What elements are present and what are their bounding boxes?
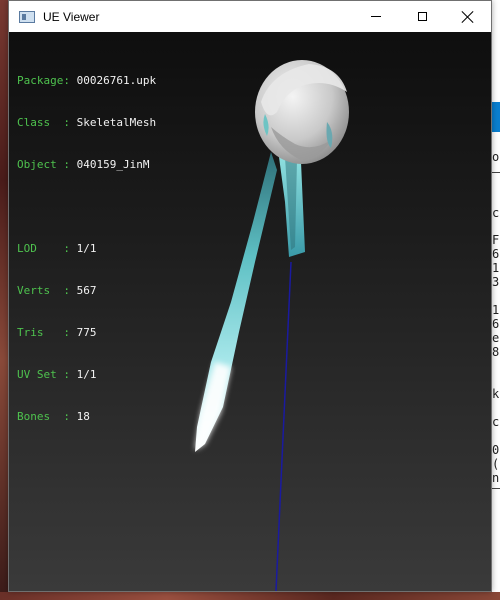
background-text-fragment: k — [492, 387, 500, 401]
info-row-tris: Tris : 775 — [17, 326, 156, 340]
info-value: 1/1 — [76, 368, 97, 381]
background-window-rule — [492, 488, 500, 489]
info-value: 00026761.upk — [76, 74, 157, 87]
minimize-button[interactable] — [353, 1, 399, 32]
info-separator: : — [63, 326, 77, 339]
background-window-accent — [492, 102, 500, 132]
info-separator: : — [63, 410, 77, 423]
info-value: SkeletalMesh — [76, 116, 157, 129]
background-text-fragment: c — [492, 206, 500, 220]
info-row-uvset: UV Set : 1/1 — [17, 368, 156, 382]
background-text-fragment: o — [492, 150, 500, 164]
info-row-verts: Verts : 567 — [17, 284, 156, 298]
info-separator: : — [63, 116, 77, 129]
background-text-fragment: 6 — [492, 317, 500, 331]
info-row-lod: LOD : 1/1 — [17, 242, 156, 256]
background-text-fragment: ( — [492, 457, 500, 471]
info-value: 567 — [76, 284, 97, 297]
background-text-fragment: 0 — [492, 443, 500, 457]
desktop-background-bottom — [0, 592, 500, 600]
3d-viewport[interactable]: Package: 00026761.upk Class : SkeletalMe… — [9, 32, 491, 591]
close-button[interactable] — [445, 1, 491, 32]
info-label: UV Set — [17, 368, 64, 381]
info-value: 775 — [76, 326, 97, 339]
background-text-fragment: e — [492, 331, 500, 345]
mesh-info-overlay: Package: 00026761.upk Class : SkeletalMe… — [17, 46, 156, 452]
window-title: UE Viewer — [43, 9, 100, 24]
info-label: Bones — [17, 410, 64, 423]
info-label: Class — [17, 116, 64, 129]
background-text-fragment: 3 — [492, 275, 500, 289]
minimize-icon — [371, 16, 381, 17]
info-separator: : — [63, 242, 77, 255]
background-window — [492, 0, 500, 600]
background-text-fragment: n — [492, 471, 500, 485]
background-text-fragment: c — [492, 415, 500, 429]
app-window-icon[interactable] — [19, 10, 35, 23]
info-label: Tris — [17, 326, 64, 339]
info-value: 1/1 — [76, 242, 97, 255]
info-row-package: Package: 00026761.upk — [17, 74, 156, 88]
info-label: Object — [17, 158, 64, 171]
info-label: Package — [17, 74, 64, 87]
ue-viewer-window: UE Viewer Package: 00026761.upk Class:… — [8, 0, 492, 592]
info-value: 18 — [76, 410, 90, 423]
background-window-rule — [492, 172, 500, 173]
background-text-fragment: F — [492, 233, 500, 247]
info-label: Verts — [17, 284, 64, 297]
info-row-bones: Bones : 18 — [17, 410, 156, 424]
maximize-button[interactable] — [399, 1, 445, 32]
info-value: 040159_JinM — [76, 158, 150, 171]
info-separator: : — [63, 368, 77, 381]
ribbon-glow — [195, 362, 231, 450]
background-text-fragment: 8 — [492, 345, 500, 359]
info-label: LOD — [17, 242, 64, 255]
info-separator: : — [63, 74, 77, 87]
background-text-fragment: 1 — [492, 261, 500, 275]
title-bar[interactable]: UE Viewer — [9, 1, 491, 32]
info-row-object: Object : 040159_JinM — [17, 158, 156, 172]
background-text-fragment: 6 — [492, 247, 500, 261]
close-icon — [462, 11, 474, 23]
desktop-background — [0, 0, 8, 600]
info-separator: : — [63, 284, 77, 297]
maximize-icon — [417, 12, 427, 21]
background-text-fragment: 1 — [492, 303, 500, 317]
info-separator: : — [63, 158, 77, 171]
info-row-class: Class : SkeletalMesh — [17, 116, 156, 130]
bone-line — [275, 261, 292, 591]
